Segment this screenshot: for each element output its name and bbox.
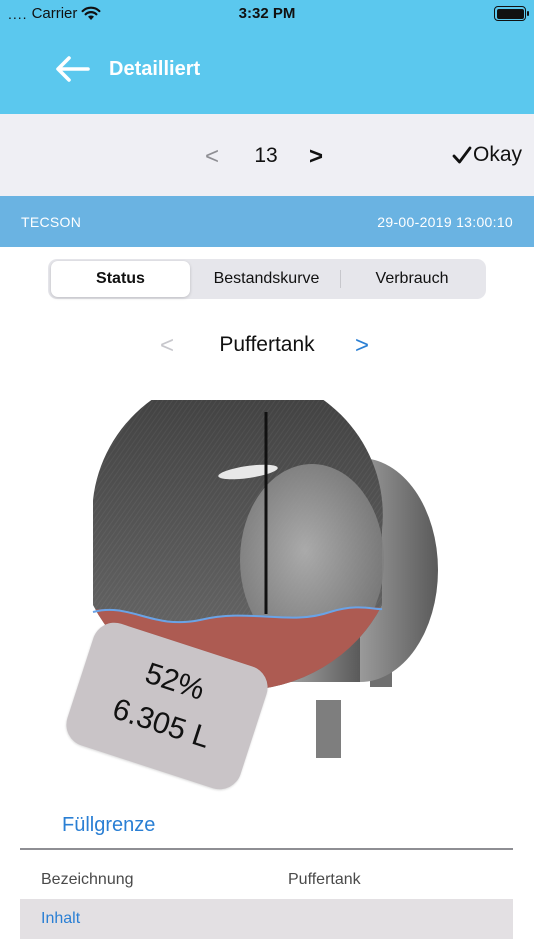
status-bar: .... Carrier 3:32 PM — [0, 0, 534, 30]
tank-next-button[interactable]: > — [355, 332, 369, 360]
tab-verbrauch[interactable]: Verbrauch — [341, 261, 483, 297]
page-number: 13 — [254, 144, 278, 167]
timestamp: 29-00-2019 13:00:10 — [377, 214, 513, 230]
previous-button[interactable]: < — [205, 143, 219, 171]
tab-bestandskurve[interactable]: Bestandskurve — [194, 261, 339, 297]
okay-label: Okay — [472, 143, 522, 166]
battery-icon — [494, 6, 529, 21]
tank-name: Puffertank — [219, 333, 315, 356]
detail-label-bezeichnung: Bezeichnung — [41, 871, 134, 888]
detail-label-inhalt: Inhalt — [41, 910, 81, 927]
arrow-left-icon — [56, 56, 90, 82]
checkmark-icon — [452, 146, 472, 164]
status-time: 3:32 PM — [238, 5, 296, 22]
section-divider — [20, 848, 513, 850]
tank-foot — [316, 700, 341, 758]
segmented-control: Status Bestandskurve Verbrauch — [48, 259, 486, 299]
okay-button[interactable]: Okay — [452, 143, 522, 167]
back-button[interactable] — [54, 54, 92, 84]
brand-label: TECSON — [21, 214, 82, 230]
nav-bar: Detailliert — [0, 30, 534, 114]
section-title: Füllgrenze — [62, 814, 156, 836]
page-title: Detailliert — [109, 58, 201, 80]
tab-status[interactable]: Status — [51, 261, 190, 297]
info-bar: TECSON 29-00-2019 13:00:10 — [0, 196, 534, 247]
detail-value-bezeichnung: Puffertank — [288, 871, 361, 888]
pager-bar: < 13 > Okay — [0, 114, 534, 196]
next-button[interactable]: > — [309, 143, 323, 171]
detail-row-inhalt[interactable]: Inhalt — [20, 899, 513, 939]
